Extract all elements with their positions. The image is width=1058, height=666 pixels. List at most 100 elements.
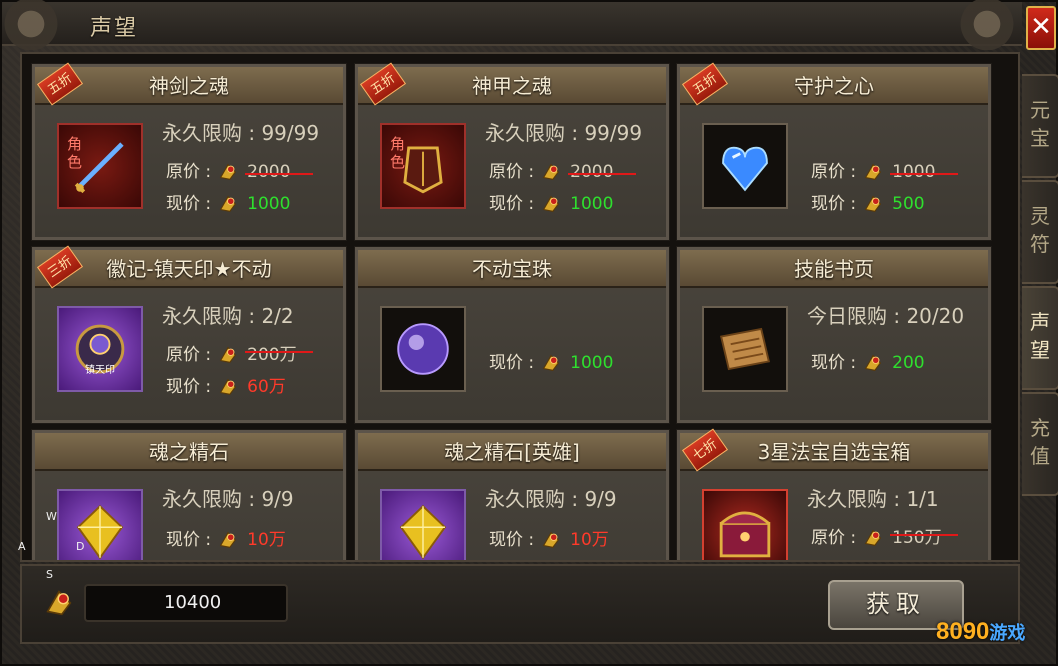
current-price-row: 现价 :500 bbox=[811, 189, 952, 215]
title-bar: 声望 bbox=[0, 0, 1022, 50]
item-slot[interactable] bbox=[380, 306, 466, 392]
shop-item-card[interactable]: 不动宝珠现价 :1000 bbox=[354, 246, 670, 424]
tab-reputation[interactable]: 声望 bbox=[1022, 286, 1058, 390]
bottom-bar: 10400 获取 bbox=[20, 564, 1020, 644]
item-name: 徽记-镇天印★不动 bbox=[35, 250, 343, 288]
role-tag: 角色 bbox=[390, 135, 406, 171]
current-price-row: 现价 :1000 bbox=[489, 348, 630, 374]
purchase-limit: 永久限购 : 2/2 bbox=[162, 304, 294, 328]
original-price-row: 原价 :2000 bbox=[489, 157, 637, 183]
reputation-coin-icon bbox=[864, 163, 882, 180]
item-name: 3星法宝自选宝箱 bbox=[680, 433, 988, 471]
reputation-coin-icon bbox=[219, 195, 237, 212]
watermark-logo: 8090游戏 bbox=[936, 618, 1026, 645]
shop-item-card[interactable]: 守护之心 五折 原价 :1000 现价 :500 bbox=[676, 62, 992, 241]
original-price-row: 原价 :200万 bbox=[166, 340, 314, 366]
orb-icon bbox=[397, 323, 449, 375]
reputation-coin-icon bbox=[219, 346, 237, 363]
item-slot[interactable]: 镇天印 bbox=[57, 306, 143, 392]
current-price-row: 现价 :10万 bbox=[166, 525, 307, 551]
current-price-row: 现价 :1000 bbox=[489, 189, 630, 215]
reputation-coin-icon bbox=[864, 195, 882, 212]
current-price-row: 现价 :1000 bbox=[166, 189, 307, 215]
original-price: 200万 bbox=[245, 340, 314, 365]
current-price-row: 现价 :60万 bbox=[166, 372, 307, 398]
reputation-coin-icon bbox=[542, 195, 560, 212]
reputation-coin-icon bbox=[219, 378, 237, 395]
item-slot[interactable]: 角色 bbox=[57, 123, 143, 209]
reputation-coin-icon bbox=[542, 354, 560, 371]
original-price-row: 原价 :150万 bbox=[811, 523, 959, 549]
purchase-limit: 永久限购 : 99/99 bbox=[162, 121, 320, 145]
close-button[interactable]: ✕ bbox=[1026, 6, 1056, 50]
shop-window: 声望 ✕ 元宝 灵符 声望 充值 神剑之魂 五折 角色 永久限购 : 99/99 原价 … bbox=[0, 0, 1058, 666]
window-title: 声望 bbox=[90, 16, 139, 41]
current-price: 10万 bbox=[247, 530, 286, 550]
item-name: 神剑之魂 bbox=[35, 67, 343, 105]
wasd-key-w: W bbox=[46, 510, 57, 523]
purchase-limit: 永久限购 : 1/1 bbox=[807, 487, 939, 511]
item-slot[interactable]: 角色 bbox=[380, 123, 466, 209]
item-slot[interactable] bbox=[702, 489, 788, 560]
heart-gem-icon bbox=[722, 146, 768, 192]
reputation-amount-field: 10400 bbox=[84, 584, 288, 622]
gem-icon bbox=[76, 504, 124, 560]
dragon-ornament-icon bbox=[952, 0, 1022, 50]
reputation-coin-icon bbox=[219, 531, 237, 548]
shop-item-card[interactable]: 技能书页今日限购 : 20/20 现价 :200 bbox=[676, 246, 992, 424]
wasd-key-s: S bbox=[46, 568, 53, 581]
original-price: 1000 bbox=[890, 162, 959, 182]
reputation-coin-icon bbox=[864, 354, 882, 371]
item-slot[interactable] bbox=[57, 489, 143, 560]
chest-icon bbox=[719, 511, 771, 558]
original-price: 150万 bbox=[890, 523, 959, 548]
current-price: 1000 bbox=[247, 194, 291, 214]
shop-item-card[interactable]: 魂之精石[英雄] 永久限购 : 9/9 现价 :10万 bbox=[354, 429, 670, 560]
tab-lingfu[interactable]: 灵符 bbox=[1022, 180, 1058, 284]
current-price: 500 bbox=[892, 194, 925, 214]
current-price-row: 现价 :200 bbox=[811, 348, 952, 374]
reputation-coin-icon bbox=[864, 529, 882, 546]
item-name: 魂之精石 bbox=[35, 433, 343, 471]
reputation-coin-icon bbox=[542, 531, 560, 548]
seal-label: 镇天印 bbox=[85, 365, 115, 376]
original-price: 2000 bbox=[568, 162, 637, 182]
item-slot[interactable] bbox=[702, 123, 788, 209]
original-price: 2000 bbox=[245, 162, 314, 182]
shop-item-card[interactable]: 神甲之魂 五折 角色 永久限购 : 99/99 原价 :2000 现价 :1000 bbox=[354, 62, 670, 241]
item-name: 技能书页 bbox=[680, 250, 988, 288]
current-price: 1000 bbox=[570, 353, 614, 373]
purchase-limit: 永久限购 : 9/9 bbox=[162, 487, 294, 511]
current-price: 10万 bbox=[570, 530, 609, 550]
wasd-key-d: D bbox=[76, 540, 85, 553]
item-name: 魂之精石[英雄] bbox=[358, 433, 666, 471]
current-price-row: 现价 :10万 bbox=[489, 525, 630, 551]
reputation-coin-icon bbox=[46, 590, 72, 616]
tab-recharge[interactable]: 充值 bbox=[1022, 392, 1058, 496]
reputation-coin-icon bbox=[219, 163, 237, 180]
original-price-row: 原价 :2000 bbox=[166, 157, 314, 183]
tab-yuanbao[interactable]: 元宝 bbox=[1022, 74, 1058, 178]
dragon-ornament-icon bbox=[0, 0, 66, 50]
scroll-icon bbox=[720, 327, 770, 371]
shop-item-card[interactable]: 神剑之魂 五折 角色 永久限购 : 99/99 原价 :2000 现价 :1000 bbox=[31, 62, 347, 241]
item-name: 不动宝珠 bbox=[358, 250, 666, 288]
seal-icon bbox=[75, 324, 125, 374]
item-slot[interactable] bbox=[380, 489, 466, 560]
current-price: 200 bbox=[892, 353, 925, 373]
role-tag: 角色 bbox=[67, 135, 83, 171]
item-grid: 神剑之魂 五折 角色 永久限购 : 99/99 原价 :2000 现价 :1000 神甲之魂… bbox=[20, 52, 1020, 562]
purchase-limit: 永久限购 : 9/9 bbox=[485, 487, 617, 511]
item-name: 神甲之魂 bbox=[358, 67, 666, 105]
reputation-coin-icon bbox=[542, 163, 560, 180]
purchase-limit: 今日限购 : 20/20 bbox=[807, 304, 965, 328]
shop-item-card[interactable]: 徽记-镇天印★不动 三折 镇天印 永久限购 : 2/2 原价 :200万 现价 :60万 bbox=[31, 245, 347, 424]
item-name: 守护之心 bbox=[680, 67, 988, 105]
wasd-key-a: A bbox=[18, 540, 26, 553]
current-price: 1000 bbox=[570, 194, 614, 214]
original-price-row: 原价 :1000 bbox=[811, 157, 959, 183]
gem-icon bbox=[399, 504, 447, 560]
item-slot[interactable] bbox=[702, 306, 788, 392]
current-price: 60万 bbox=[247, 377, 286, 397]
shop-item-card[interactable]: 3星法宝自选宝箱 七折 永久限购 : 1/1 原价 :150万 bbox=[676, 428, 992, 560]
